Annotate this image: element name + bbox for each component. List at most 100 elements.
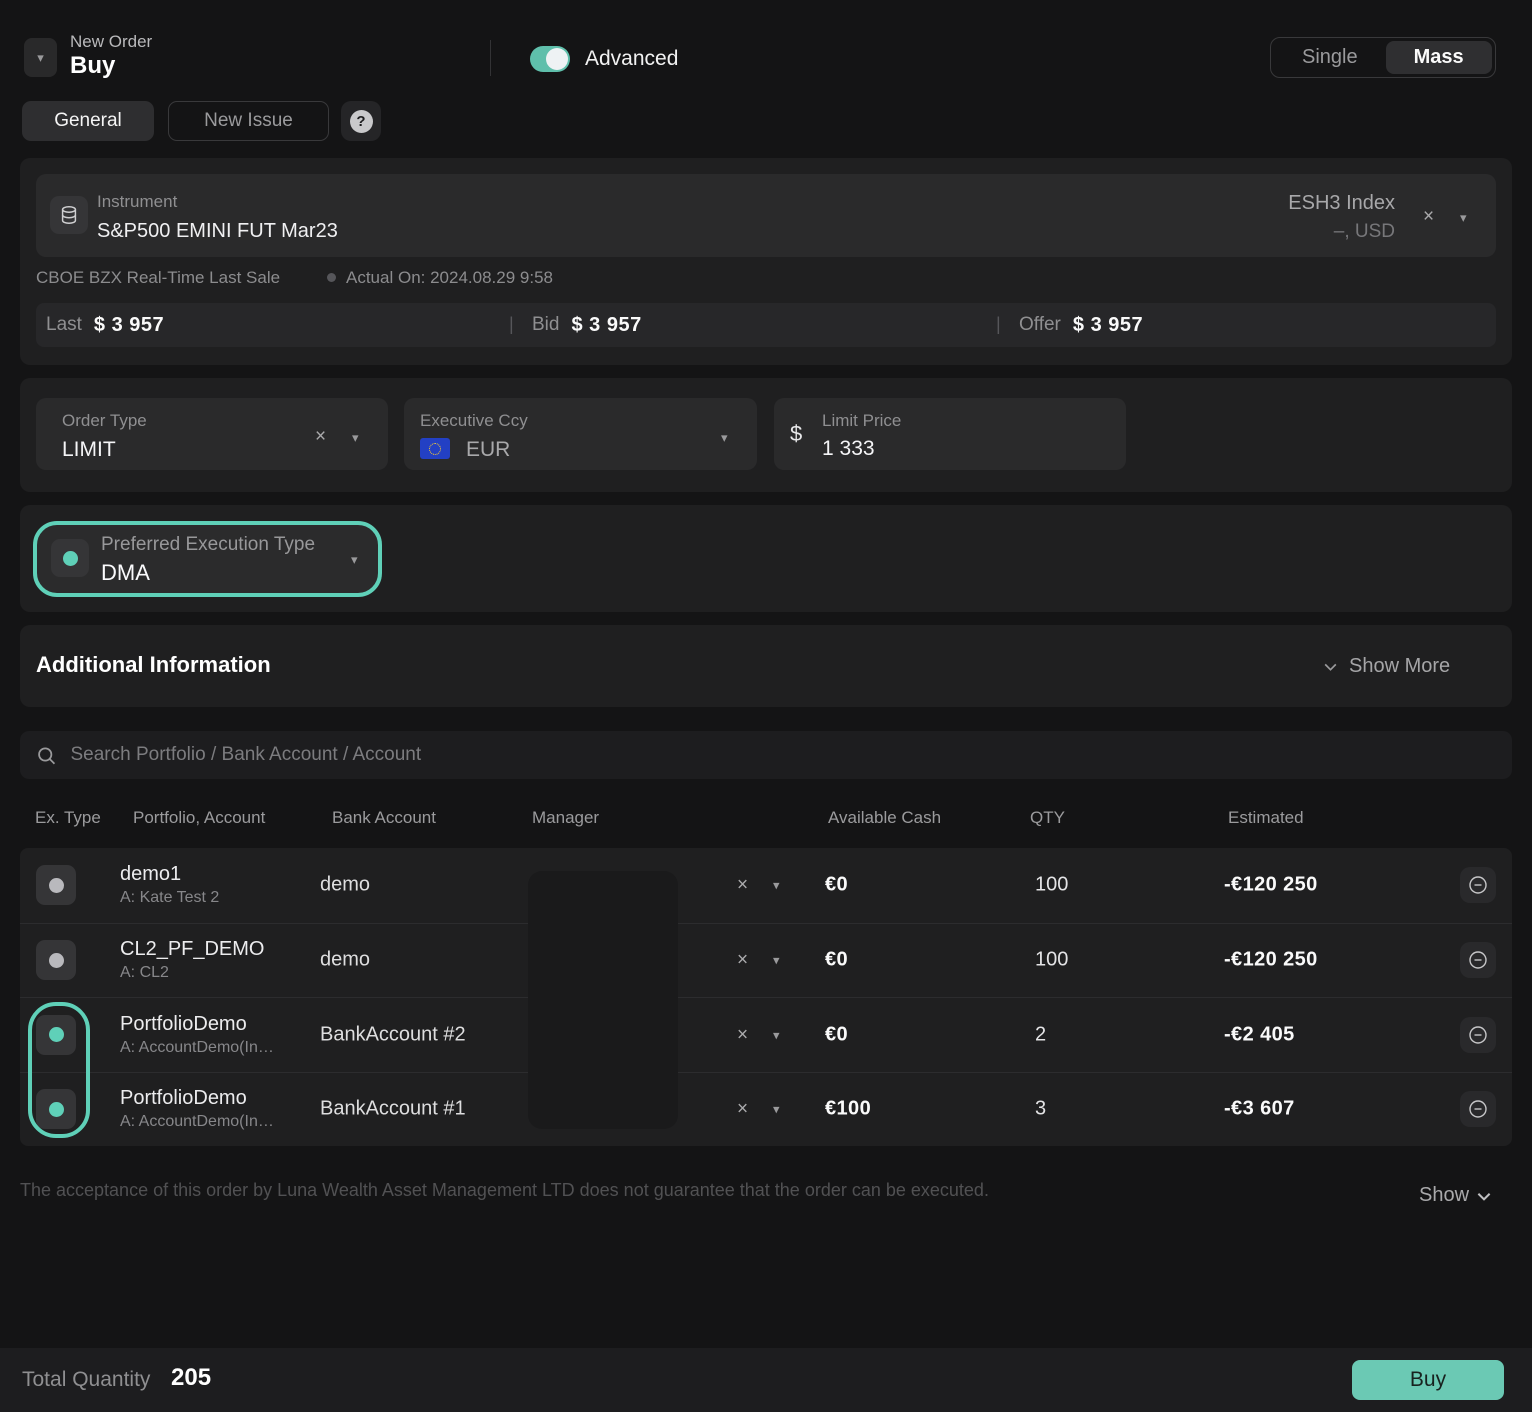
ex-type-toggle[interactable] [36, 940, 76, 980]
order-type-chevron-icon[interactable]: ▾ [352, 431, 359, 444]
manager-redacted-area [528, 871, 678, 1129]
estimated-value: -€3 607 [1224, 1098, 1295, 1121]
chevron-down-icon [1475, 1187, 1493, 1205]
new-order-window: ▾ New Order Buy Advanced Single Mass Gen… [0, 0, 1532, 1412]
executive-ccy-chevron-icon[interactable]: ▾ [721, 431, 728, 444]
total-quantity-label: Total Quantity [22, 1368, 150, 1392]
remove-row-button[interactable] [1460, 942, 1496, 978]
quote-bid-label: Bid [532, 314, 559, 336]
quote-offer-label: Offer [1019, 314, 1061, 336]
additional-info-title: Additional Information [36, 652, 271, 678]
quote-last-value: $ 3 957 [94, 314, 164, 337]
quote-last-label: Last [46, 314, 82, 336]
minus-circle-icon [1467, 1024, 1489, 1046]
bank-account: demo [320, 949, 370, 972]
mode-option-mass[interactable]: Mass [1386, 41, 1492, 74]
remove-row-button[interactable] [1460, 1017, 1496, 1053]
instrument-name: S&P500 EMINI FUT Mar23 [97, 220, 338, 243]
manager-clear-icon[interactable]: × [737, 951, 748, 970]
qty-value[interactable]: 2 [1035, 1023, 1046, 1046]
col-estimated: Estimated [1228, 808, 1304, 828]
remove-row-button[interactable] [1460, 867, 1496, 903]
available-cash: €0 [825, 1023, 848, 1046]
minus-circle-icon [1467, 949, 1489, 971]
executive-ccy-label: Executive Ccy [420, 411, 528, 431]
instrument-chevron-icon[interactable]: ▾ [1460, 211, 1467, 224]
tab-general[interactable]: General [22, 101, 154, 141]
feed-separator-dot [327, 273, 336, 282]
eu-flag-icon [420, 438, 450, 459]
manager-clear-icon[interactable]: × [737, 876, 748, 895]
bank-account: demo [320, 874, 370, 897]
question-mark-icon: ? [350, 110, 373, 133]
search-input[interactable] [71, 744, 1497, 766]
coins-icon [58, 204, 80, 226]
search-bar [20, 731, 1512, 779]
instrument-label: Instrument [97, 192, 177, 212]
manager-chevron-icon[interactable]: ▾ [773, 1103, 780, 1116]
feed-timestamp: Actual On: 2024.08.29 9:58 [346, 268, 553, 288]
order-side-dropdown[interactable]: ▾ [24, 38, 57, 77]
estimated-value: -€2 405 [1224, 1023, 1295, 1046]
show-more-button[interactable]: Show More [1322, 655, 1450, 678]
table-row[interactable]: PortfolioDemo A: AccountDemo(In… BankAcc… [20, 1072, 1512, 1147]
tab-new-issue[interactable]: New Issue [168, 101, 329, 141]
mode-option-single[interactable]: Single [1274, 41, 1386, 74]
minus-circle-icon [1467, 1098, 1489, 1120]
preferred-execution-chevron-icon[interactable]: ▾ [351, 553, 358, 566]
eu-stars [429, 443, 441, 455]
chevron-down-icon: ▾ [37, 51, 44, 64]
qty-value[interactable]: 3 [1035, 1098, 1046, 1121]
show-more-label: Show More [1349, 655, 1450, 678]
manager-clear-icon[interactable]: × [737, 1025, 748, 1044]
quote-bid-value: $ 3 957 [571, 314, 641, 337]
portfolio-name: PortfolioDemo [120, 1087, 274, 1110]
remove-row-button[interactable] [1460, 1091, 1496, 1127]
advanced-toggle[interactable] [530, 46, 570, 72]
buy-button[interactable]: Buy [1352, 1360, 1504, 1400]
col-portfolio: Portfolio, Account [133, 808, 265, 828]
table-row[interactable]: PortfolioDemo A: AccountDemo(In… BankAcc… [20, 997, 1512, 1072]
col-qty: QTY [1030, 808, 1065, 828]
instrument-ticker-sub: –, USD [1180, 221, 1395, 243]
executive-ccy-field[interactable] [404, 398, 757, 470]
help-button[interactable]: ? [341, 101, 381, 141]
order-type-clear-icon[interactable]: × [315, 427, 326, 446]
instrument-field[interactable] [36, 174, 1496, 257]
available-cash: €100 [825, 1098, 871, 1121]
footer-bar [0, 1348, 1532, 1412]
qty-value[interactable]: 100 [1035, 949, 1068, 972]
disclaimer-text: The acceptance of this order by Luna Wea… [20, 1180, 989, 1201]
table-row[interactable]: CL2_PF_DEMO A: CL2 demo × ▾ €0 100 -€120… [20, 923, 1512, 998]
estimated-value: -€120 250 [1224, 949, 1318, 972]
instrument-clear-icon[interactable]: × [1423, 207, 1434, 226]
limit-price-label: Limit Price [822, 411, 901, 431]
quote-bid: Bid $ 3 957 [532, 303, 642, 347]
quote-bar: Last $ 3 957 | Bid $ 3 957 | Offer $ 3 9… [36, 303, 1496, 347]
order-type-label: Order Type [62, 411, 147, 431]
limit-price-value: 1 333 [822, 437, 875, 461]
executive-ccy-value: EUR [466, 438, 510, 462]
order-side-title: Buy [70, 52, 115, 80]
show-label: Show [1419, 1184, 1469, 1207]
manager-clear-icon[interactable]: × [737, 1100, 748, 1119]
search-icon [36, 745, 57, 766]
qty-value[interactable]: 100 [1035, 874, 1068, 897]
manager-chevron-icon[interactable]: ▾ [773, 879, 780, 892]
quote-divider: | [996, 314, 1001, 335]
show-disclaimer-button[interactable]: Show [1419, 1184, 1493, 1207]
manager-chevron-icon[interactable]: ▾ [773, 1028, 780, 1041]
chevron-down-icon [1322, 658, 1339, 675]
toggle-knob [546, 48, 568, 70]
advanced-label: Advanced [585, 47, 678, 71]
manager-chevron-icon[interactable]: ▾ [773, 954, 780, 967]
available-cash: €0 [825, 874, 848, 897]
preferred-execution-label: Preferred Execution Type [101, 534, 315, 556]
ex-type-dot-icon [49, 953, 64, 968]
account-name: A: AccountDemo(In… [120, 1039, 274, 1057]
quote-offer: Offer $ 3 957 [1019, 303, 1143, 347]
portfolio-name: CL2_PF_DEMO [120, 938, 265, 961]
ex-type-toggle[interactable] [36, 865, 76, 905]
table-row[interactable]: demo1 A: Kate Test 2 demo × ▾ €0 100 -€1… [20, 848, 1512, 923]
instrument-ticker: ESH3 Index [1180, 192, 1395, 215]
